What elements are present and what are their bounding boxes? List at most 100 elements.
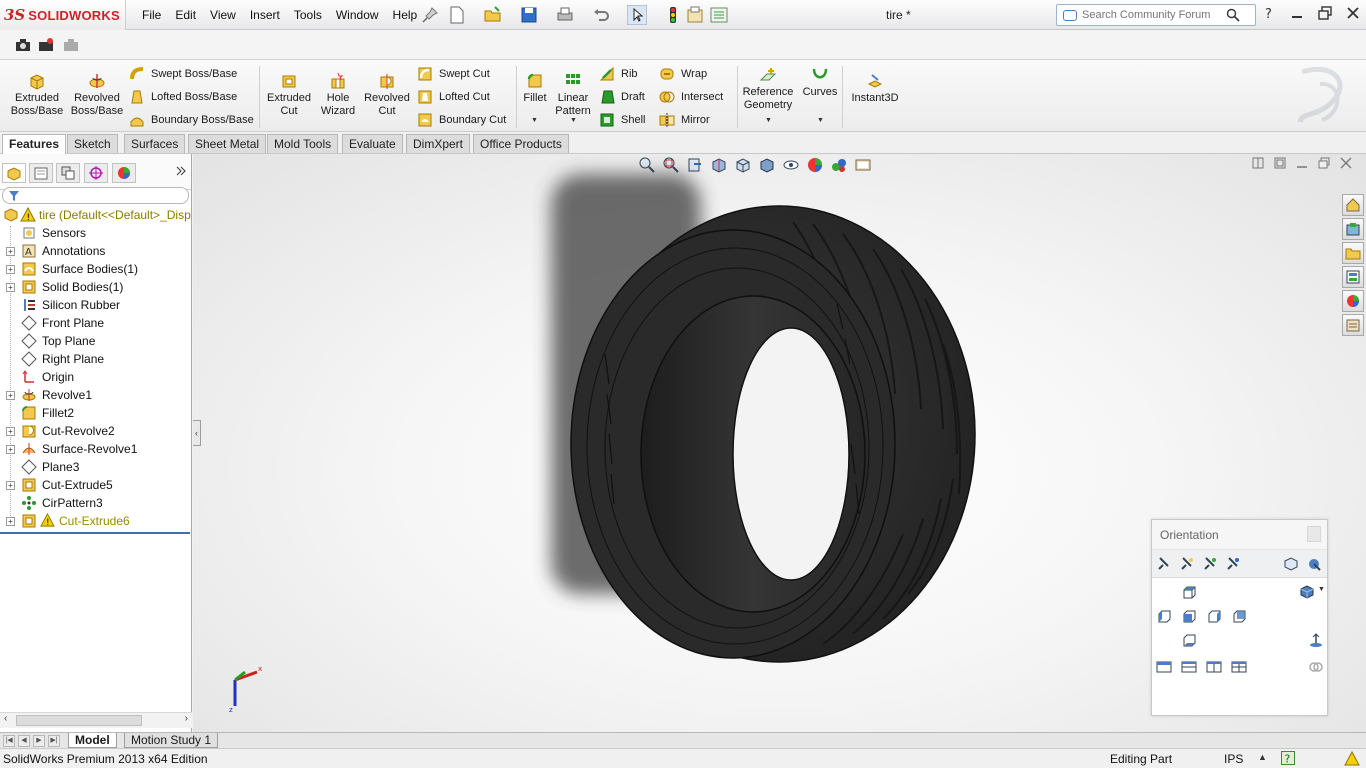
rebuild-icon[interactable] (663, 5, 683, 25)
design-library-tab[interactable] (1342, 218, 1364, 240)
menu-window[interactable]: Window (329, 8, 386, 22)
tree-node-surface-revolve1[interactable]: + Surface-Revolve1 (0, 440, 190, 458)
minimize-icon[interactable] (1290, 6, 1304, 20)
hole-wizard-button[interactable]: Hole Wizard (318, 72, 358, 118)
orientation-close-button[interactable] (1307, 526, 1321, 542)
tree-node-fillet2[interactable]: Fillet2 (0, 404, 190, 422)
view-palette-tab[interactable] (1342, 266, 1364, 288)
tree-node-right-plane[interactable]: Right Plane (0, 350, 190, 368)
instant3d-button[interactable]: Instant3D (848, 72, 902, 105)
tree-node-surface-bodies-1[interactable]: + Surface Bodies(1) (0, 260, 190, 278)
pin-view-icon[interactable] (1156, 556, 1172, 572)
first-tab-icon[interactable]: |◀ (3, 735, 15, 747)
tree-filter-box[interactable] (2, 187, 189, 204)
tab-evaluate[interactable]: Evaluate (342, 134, 403, 153)
two-view-horizontal-icon[interactable] (1181, 659, 1197, 675)
camera-icon[interactable] (14, 36, 32, 54)
expand-toggle-icon[interactable]: + (6, 427, 15, 436)
open-folder-icon[interactable] (483, 5, 503, 25)
tab-office-products[interactable]: Office Products (473, 134, 569, 153)
revolved-cut-button[interactable]: Revolved Cut (362, 72, 412, 118)
custom-properties-tab[interactable] (1342, 314, 1364, 336)
back-view-icon[interactable] (1231, 608, 1247, 624)
normal-to-icon[interactable] (1308, 632, 1324, 648)
tab-sheet-metal[interactable]: Sheet Metal (188, 134, 267, 153)
revolved-boss-button[interactable]: Revolved Boss/Base (70, 72, 124, 118)
search-icon[interactable] (1226, 8, 1240, 22)
collapse-panel-handle[interactable]: ‹ (193, 420, 201, 446)
expand-toggle-icon[interactable]: + (6, 517, 15, 526)
displaymanager-tab[interactable] (112, 163, 136, 183)
close-icon[interactable] (1346, 6, 1360, 20)
swept-cut-button[interactable]: Swept Cut (417, 65, 490, 83)
four-view-icon[interactable] (1231, 659, 1247, 675)
options-icon[interactable] (709, 5, 729, 25)
tree-root-part[interactable]: ! tire (Default<<Default>_Disp (0, 206, 191, 224)
rollback-bar[interactable] (0, 532, 190, 534)
curves-dropdown-icon[interactable]: ▼ (817, 117, 824, 124)
units-text[interactable]: IPS (1224, 752, 1243, 766)
swept-boss-button[interactable]: Swept Boss/Base (129, 65, 237, 83)
reference-geometry-dropdown-icon[interactable]: ▼ (765, 117, 772, 124)
file-explorer-tab[interactable] (1342, 242, 1364, 264)
menu-help[interactable]: Help (386, 8, 425, 22)
tree-node-front-plane[interactable]: Front Plane (0, 314, 190, 332)
view-selector-icon[interactable] (1306, 556, 1322, 572)
new-document-icon[interactable] (447, 5, 467, 25)
expand-toggle-icon[interactable]: + (6, 391, 15, 400)
select-pointer-icon[interactable] (627, 5, 647, 25)
tree-node-cirpattern3[interactable]: CirPattern3 (0, 494, 190, 512)
tree-node-origin[interactable]: Origin (0, 368, 190, 386)
reference-geometry-button[interactable]: Reference Geometry (741, 66, 795, 112)
scrollbar-thumb[interactable] (16, 715, 142, 726)
tree-node-silicon-rubber[interactable]: Silicon Rubber (0, 296, 190, 314)
isometric-view-icon[interactable] (1299, 584, 1315, 600)
draft-button[interactable]: Draft (599, 88, 645, 106)
single-view-icon[interactable] (1156, 659, 1172, 675)
viewport-restore-icon[interactable] (1318, 157, 1330, 169)
units-dropdown-icon[interactable]: ▲ (1258, 752, 1267, 762)
restore-icon[interactable] (1318, 6, 1332, 20)
last-tab-icon[interactable]: ▶| (48, 735, 60, 747)
tab-model[interactable]: Model (68, 733, 117, 748)
isometric-dropdown-icon[interactable]: ▼ (1318, 586, 1325, 593)
top-view-icon[interactable] (1181, 584, 1197, 600)
right-view-icon[interactable] (1206, 608, 1222, 624)
boundary-boss-button[interactable]: Boundary Boss/Base (129, 111, 254, 129)
feature-tree-scrollbar[interactable]: ‹ › (0, 712, 192, 728)
tire-model[interactable] (523, 154, 1043, 694)
bottom-view-icon[interactable] (1181, 632, 1197, 648)
tab-motion-study-1[interactable]: Motion Study 1 (124, 733, 219, 748)
undo-icon[interactable] (591, 5, 611, 25)
tree-node-plane3[interactable]: Plane3 (0, 458, 190, 476)
expand-toggle-icon[interactable]: + (6, 481, 15, 490)
intersect-button[interactable]: Intersect (659, 88, 723, 106)
camera-record-icon[interactable] (37, 36, 55, 54)
help-icon[interactable]: ? (1262, 6, 1276, 20)
tab-sketch[interactable]: Sketch (67, 134, 118, 153)
expand-toggle-icon[interactable]: + (6, 283, 15, 292)
menu-tools[interactable]: Tools (287, 8, 329, 22)
tab-features[interactable]: Features (2, 134, 67, 155)
solidworks-resources-tab[interactable] (1342, 194, 1364, 216)
linear-pattern-button[interactable]: Linear Pattern (553, 72, 593, 118)
menu-view[interactable]: View (203, 8, 243, 22)
rib-button[interactable]: Rib (599, 65, 638, 83)
tree-node-sensors[interactable]: Sensors (0, 224, 190, 242)
camera-disabled-icon[interactable] (62, 36, 80, 54)
viewport-close-icon[interactable] (1340, 157, 1352, 169)
wrap-button[interactable]: Wrap (659, 65, 707, 83)
search-input[interactable] (1082, 9, 1222, 21)
viewport-minimize-icon[interactable] (1296, 157, 1308, 169)
configurationmanager-tab[interactable] (56, 163, 80, 183)
fillet-button[interactable]: Fillet (520, 72, 550, 105)
lofted-cut-button[interactable]: Lofted Cut (417, 88, 490, 106)
front-view-icon[interactable] (1181, 608, 1197, 624)
linear-pattern-dropdown-icon[interactable]: ▼ (570, 117, 577, 124)
appearances-tab[interactable] (1342, 290, 1364, 312)
tree-node-annotations[interactable]: + A Annotations (0, 242, 190, 260)
tab-surfaces[interactable]: Surfaces (124, 134, 186, 153)
help-status-icon[interactable]: ? (1281, 751, 1295, 765)
viewport-tile-left-icon[interactable] (1252, 157, 1264, 169)
tree-node-cut-revolve2[interactable]: + Cut-Revolve2 (0, 422, 190, 440)
